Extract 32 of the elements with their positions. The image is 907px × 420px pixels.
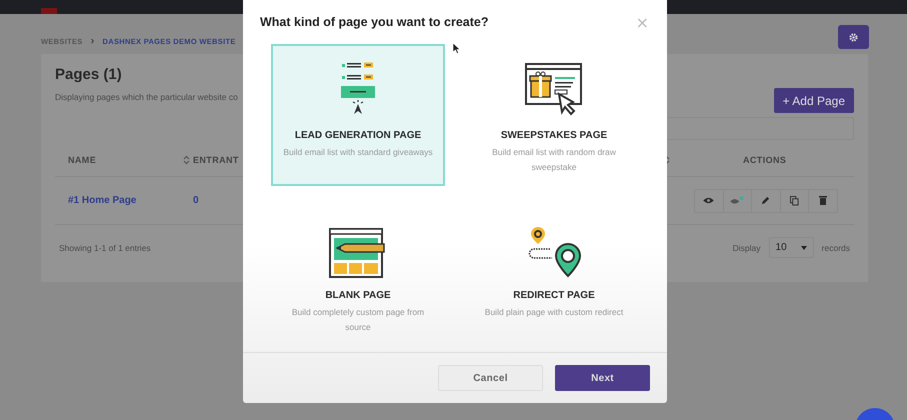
search-field[interactable] [664,117,854,140]
browser-pencil-icon [329,228,387,278]
page-type-option[interactable]: BLANK PAGE Build completely custom page from source [271,204,445,346]
column-header: ACTIONS [743,155,786,165]
page-type-option[interactable]: REDIRECT PAGE Build plain page with custom redirect [467,204,641,346]
records-label: records [822,242,850,252]
settings-icon [849,32,858,42]
logo-icon [41,8,57,14]
page-size-select[interactable]: 10 [768,237,814,258]
column-header: NAME [68,155,96,165]
mouse-pointer-icon [453,43,460,54]
column-header: ENTRANT [193,155,239,165]
settings-button[interactable] [838,25,869,49]
dialog-title: What kind of page you want to create? [260,15,488,29]
panel-description: Displaying pages which the particular website co [55,92,238,102]
eye-icon [703,197,714,204]
entries-summary: Showing 1-1 of 1 entries [59,242,151,252]
location-pin-icon [526,226,582,278]
trash-icon [819,196,828,205]
entrants-count: 0 [193,195,200,206]
add-page-button[interactable]: + Add Page [774,88,854,113]
pencil-icon [761,196,770,205]
display-label: Display [732,242,761,252]
eye-check-icon [730,196,744,205]
copy-icon [790,196,800,206]
page-type-option[interactable]: SWEEPSTAKES PAGE Build email list with random draw sweepstake [467,44,641,186]
page-type-option[interactable]: LEAD GENERATION PAGE Build email list with standard giveaways [271,44,445,186]
next-button[interactable]: Next [555,365,650,391]
breadcrumb-separator: › [90,35,95,47]
caret-icon [800,246,807,250]
cancel-button[interactable]: Cancel [438,365,543,391]
panel-title: Pages (1) [55,66,123,83]
